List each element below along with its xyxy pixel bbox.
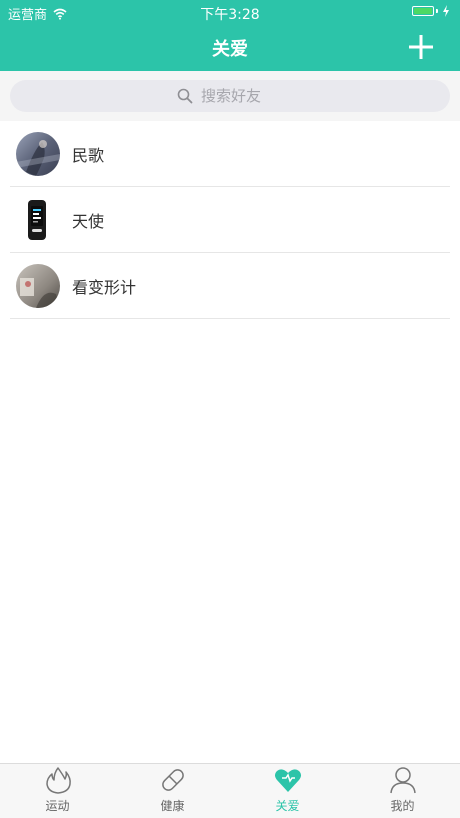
app-root: 运营商 下午3:28 关爱 搜索好友 民歌 天使 看变形计 运动 健康 关爱 我… [0, 0, 460, 818]
avatar [16, 198, 60, 242]
page-title: 关爱 [212, 39, 248, 60]
pill-icon [161, 769, 184, 791]
tab-bar: 运动 健康 关爱 我的 [0, 763, 460, 818]
search-icon [177, 88, 193, 104]
list-item[interactable]: 民歌 [0, 121, 460, 187]
heart-icon [274, 769, 301, 792]
tab-sport[interactable]: 运动 [0, 764, 115, 818]
status-time: 下午3:28 [200, 7, 260, 23]
avatar [16, 132, 60, 176]
search-box[interactable] [10, 80, 450, 112]
user-icon [389, 767, 416, 794]
tab-label: 健康 [160, 799, 185, 813]
list-item[interactable]: 天使 [0, 187, 460, 253]
tab-me[interactable]: 我的 [345, 764, 460, 818]
friend-name: 民歌 [72, 146, 105, 165]
battery-icon [412, 6, 434, 16]
list-item[interactable]: 看变形计 [0, 253, 460, 319]
friend-name: 看变形计 [72, 278, 137, 297]
photo-avatar-icon [16, 264, 60, 308]
search-input[interactable] [199, 86, 283, 106]
header: 运营商 下午3:28 关爱 [0, 0, 460, 71]
plus-icon[interactable] [408, 34, 434, 60]
tab-label: 运动 [45, 799, 70, 813]
tab-label: 我的 [390, 799, 415, 813]
tab-label: 关爱 [275, 799, 300, 813]
search-bar [0, 71, 460, 121]
flame-icon [45, 767, 71, 794]
battery-indicator [412, 5, 450, 17]
friend-name: 天使 [72, 212, 105, 231]
avatar [16, 264, 60, 308]
smart-band-icon [28, 200, 46, 240]
friend-list: 民歌 天使 看变形计 [0, 121, 460, 319]
charging-bolt-icon [443, 5, 449, 17]
tab-care[interactable]: 关爱 [230, 764, 345, 818]
status-bar: 运营商 下午3:28 [0, 0, 460, 24]
battery-tip [436, 9, 438, 13]
battery-fill [414, 8, 432, 14]
photo-avatar-icon [16, 132, 60, 176]
tab-health[interactable]: 健康 [115, 764, 230, 818]
